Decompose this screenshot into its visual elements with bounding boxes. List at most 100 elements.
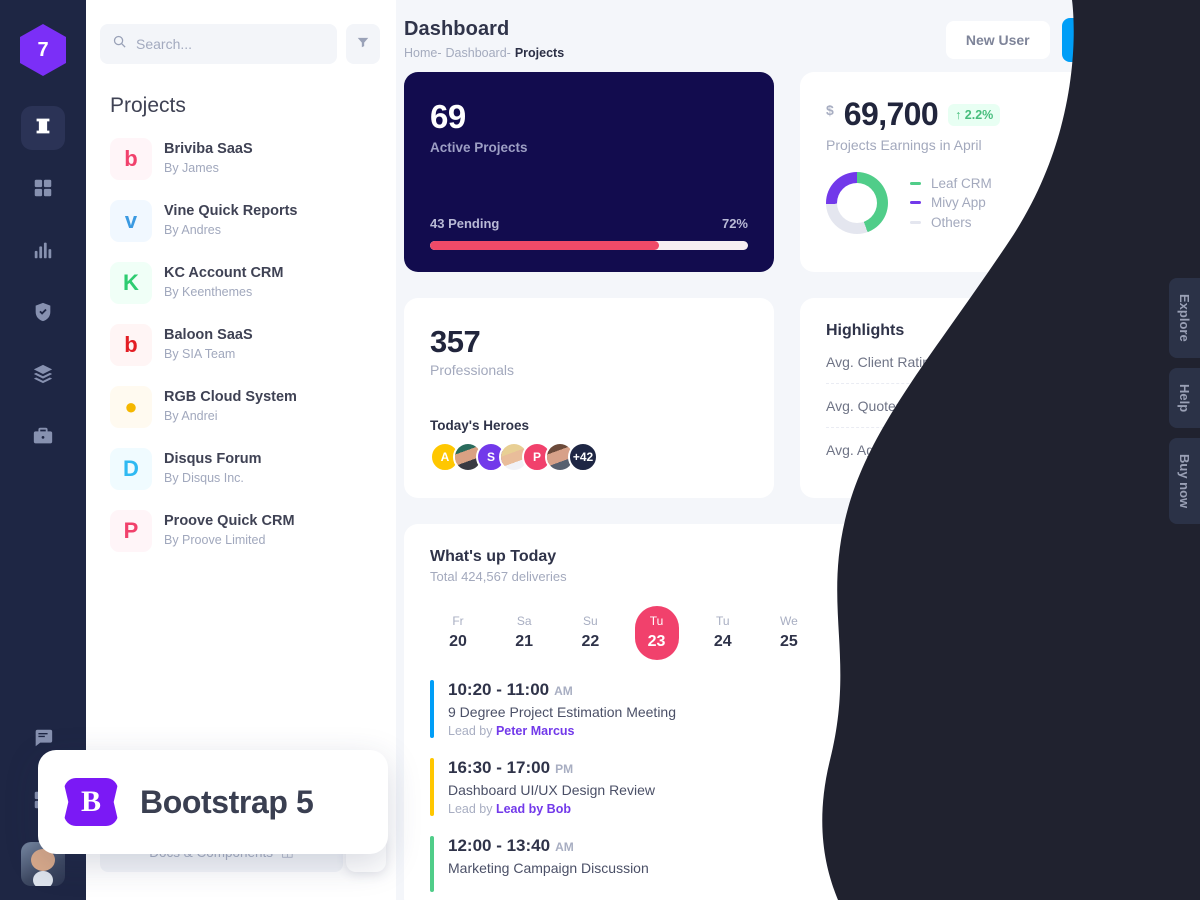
project-logo-icon: P — [110, 510, 152, 552]
list-item[interactable]: D Disqus Forum By Disqus Inc. — [100, 438, 382, 500]
search-box[interactable] — [100, 24, 337, 64]
new-user-button[interactable]: New User — [945, 21, 1050, 59]
rail-item-apps[interactable] — [21, 168, 65, 212]
day-picker: Fr 20 Sa 21 Su 22 Tu 23 Tu 24 We 25 Th 26 Fri 27… — [430, 606, 1148, 660]
project-name: Vine Quick Reports — [164, 203, 298, 220]
highlight-number: 7.8 — [1101, 353, 1122, 370]
tab-help[interactable]: Help — [1169, 367, 1200, 428]
topbar-actions: New User New Goal — [945, 18, 1174, 62]
page-heading: Dashboard Home- Dashboard- Projects — [404, 18, 564, 60]
view-button[interactable]: View — [1082, 770, 1148, 804]
event-ampm: PM — [555, 762, 574, 776]
event-name: Marketing Campaign Discussion — [448, 860, 649, 876]
day-cell[interactable]: Mo 30 — [1098, 606, 1142, 660]
bootstrap-badge-text: Bootstrap 5 — [140, 783, 314, 820]
project-logo-icon: ● — [110, 386, 152, 428]
earnings-card[interactable]: $ 69,700 ↑ 2.2% Projects Earnings in Apr… — [800, 72, 1176, 272]
highlights-card[interactable]: Highlights Avg. Client Rating ↗ 7.8/10 A… — [800, 298, 1176, 498]
table-row: Avg. Agent Earnings ↗ $2,309 — [826, 427, 1150, 471]
project-owner: By Andres — [164, 223, 221, 238]
day-cell[interactable]: Th 26 — [833, 606, 877, 660]
day-cell[interactable]: Su 22 — [568, 606, 612, 660]
arrow-up-icon: ↗ — [1085, 441, 1098, 457]
view-button[interactable]: View — [1082, 692, 1148, 726]
shield-check-icon — [32, 301, 54, 328]
rail-item-reports[interactable] — [21, 230, 65, 274]
event-name: 9 Degree Project Estimation Meeting — [448, 704, 676, 720]
day-cell[interactable]: Su 29 — [1032, 606, 1076, 660]
chat-icon — [32, 727, 54, 754]
app-logo-label: 7 — [37, 38, 49, 61]
tab-buy-now[interactable]: Buy now — [1169, 437, 1200, 525]
legend-value: $45,257 — [1101, 214, 1150, 230]
event-lead: Lead by Peter Marcus — [448, 724, 575, 738]
filter-button[interactable] — [346, 24, 380, 64]
project-owner: By SIA Team — [164, 347, 236, 362]
list-item[interactable]: K KC Account CRM By Keenthemes — [100, 252, 382, 314]
event-time: 10:20 - 11:00 AM — [448, 680, 573, 699]
list-item[interactable]: b Briviba SaaS By James — [100, 128, 382, 190]
day-cell[interactable]: We 25 — [767, 606, 811, 660]
rail-item-layers[interactable] — [21, 354, 65, 398]
report-center-button[interactable]: Report Cecnter — [1022, 548, 1148, 584]
day-cell[interactable]: Fri 27 — [899, 606, 943, 660]
project-name: Briviba SaaS — [164, 141, 253, 158]
earnings-body: Leaf CRM $7,660 Mivy App $2,820 Others $… — [826, 171, 1150, 234]
filter-icon — [356, 35, 370, 54]
arrow-down-icon: ↙ — [1106, 397, 1118, 413]
main-content: Dashboard Home- Dashboard- Projects New … — [396, 0, 1200, 900]
highlight-suffix: /10 — [1129, 353, 1150, 370]
active-projects-label: Active Projects — [430, 140, 528, 155]
search-input[interactable] — [136, 36, 325, 52]
list-item[interactable]: P Proove Quick CRM By Proove Limited — [100, 500, 382, 562]
bootstrap-badge: B Bootstrap 5 — [38, 750, 388, 854]
highlight-value: ↙ 730 — [1106, 397, 1150, 414]
list-item[interactable]: v Vine Quick Reports By Andres — [100, 190, 382, 252]
event-lead-name[interactable]: Peter Marcus — [496, 724, 575, 738]
legend-label: Others — [931, 214, 972, 230]
professionals-value: 357 — [430, 324, 481, 359]
progress-track — [430, 241, 748, 250]
app-logo[interactable]: 7 — [20, 24, 66, 76]
event-time: 16:30 - 17:00 PM — [448, 758, 574, 777]
project-logo-icon: b — [110, 324, 152, 366]
legend-swatch-icon — [910, 201, 921, 204]
search-icon — [112, 34, 127, 54]
list-item[interactable]: b Baloon SaaS By SIA Team — [100, 314, 382, 376]
list-item[interactable]: ● RGB Cloud System By Andrei — [100, 376, 382, 438]
project-list: b Briviba SaaS By James v Vine Quick Rep… — [86, 128, 396, 562]
day-cell[interactable]: Sa 21 — [502, 606, 546, 660]
legend-value: $7,660 — [1108, 175, 1150, 191]
legend-swatch-icon — [910, 220, 921, 224]
day-cell[interactable]: Sa 28 — [966, 606, 1010, 660]
legend-label: Leaf CRM — [931, 175, 992, 191]
project-logo-icon: v — [110, 200, 152, 242]
breadcrumb-item[interactable]: Home- — [404, 46, 442, 60]
event-row: 12:00 - 13:40 AM Marketing Campaign Discu… — [430, 836, 1148, 892]
professionals-card[interactable]: 357 Professionals Today's Heroes A S P +… — [404, 298, 774, 498]
legend-row: Mivy App $2,820 — [910, 195, 1150, 210]
legend-label: Mivy App — [931, 195, 986, 210]
earnings-legend: Leaf CRM $7,660 Mivy App $2,820 Others $… — [910, 171, 1150, 234]
earnings-delta-badge: ↑ 2.2% — [948, 103, 1001, 126]
breadcrumb-item[interactable]: Dashboard- — [446, 46, 511, 60]
rail-item-dashboard[interactable] — [21, 106, 65, 150]
legend-value: $2,820 — [1108, 195, 1150, 210]
view-button[interactable]: View — [1082, 847, 1148, 881]
day-cell[interactable]: Tu 24 — [701, 606, 745, 660]
tab-explore[interactable]: Explore — [1169, 278, 1200, 358]
new-goal-button[interactable]: New Goal — [1061, 18, 1174, 62]
table-row: Avg. Client Rating ↗ 7.8/10 — [826, 340, 1150, 383]
rail-item-projects[interactable] — [21, 416, 65, 460]
rail-item-security[interactable] — [21, 292, 65, 336]
day-cell[interactable]: Fr 20 — [436, 606, 480, 660]
event-ampm: AM — [555, 840, 574, 854]
active-projects-card[interactable]: 69 Active Projects 43 Pending 72% — [404, 72, 774, 272]
avatar-overflow-count[interactable]: +42 — [568, 442, 598, 472]
day-cell-selected[interactable]: Tu 23 — [634, 606, 679, 660]
highlight-number: 730 — [1125, 397, 1150, 414]
event-lead-name[interactable]: Lead by Bob — [496, 802, 571, 816]
project-name: Proove Quick CRM — [164, 513, 295, 530]
topbar: Dashboard Home- Dashboard- Projects New … — [396, 0, 1200, 62]
highlight-number: $2,309 — [1105, 441, 1150, 458]
